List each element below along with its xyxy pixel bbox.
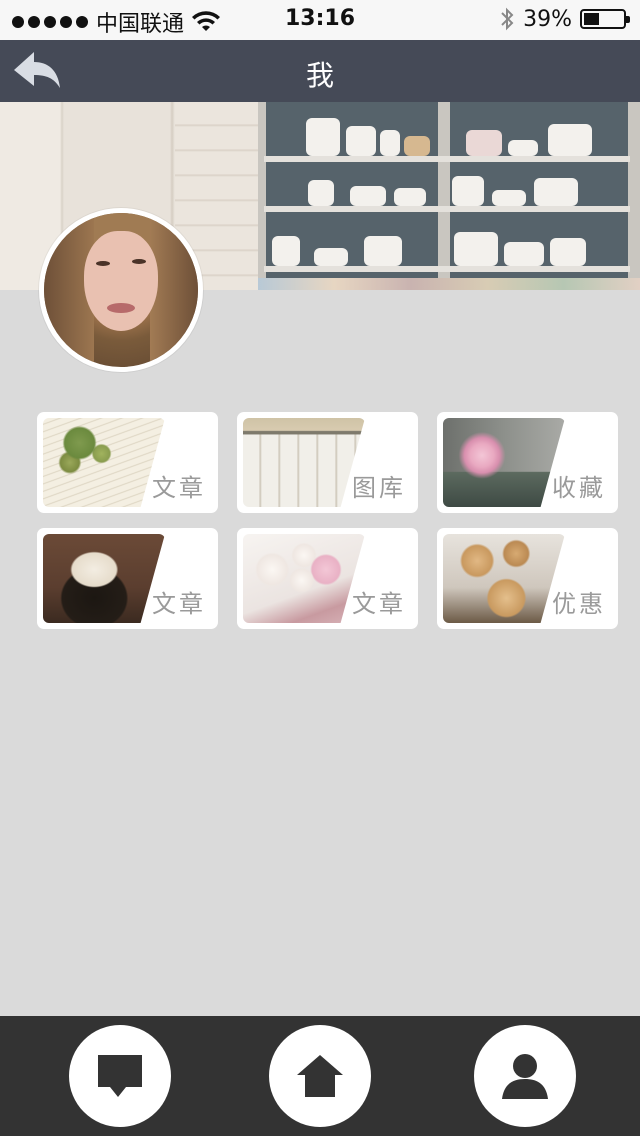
tile-image-dining <box>243 418 365 507</box>
tile-label: 文章 <box>152 590 206 618</box>
tab-bar <box>0 1016 640 1136</box>
tile-image-book <box>43 418 165 507</box>
tile-image-teacup <box>43 534 165 623</box>
tile-label: 优惠 <box>552 590 606 618</box>
tile-articles-2[interactable]: 文章 <box>37 528 218 629</box>
tile-articles-1[interactable]: 文章 <box>37 412 218 513</box>
cover-cabinet <box>258 102 640 290</box>
tile-image-flower <box>443 418 565 507</box>
navigation-bar: 我 <box>0 40 640 102</box>
tile-image-macarons <box>243 534 365 623</box>
tile-label: 图库 <box>352 474 406 502</box>
user-icon <box>502 1054 548 1099</box>
message-icon <box>98 1055 142 1097</box>
battery-percent: 39% <box>523 6 572 32</box>
status-right: 39% <box>499 6 630 32</box>
tab-messages[interactable] <box>69 1025 171 1127</box>
tile-label: 文章 <box>152 474 206 502</box>
tile-gallery[interactable]: 图库 <box>237 412 418 513</box>
tab-home[interactable] <box>269 1025 371 1127</box>
avatar[interactable] <box>39 208 203 372</box>
tile-label: 收藏 <box>552 474 606 502</box>
bluetooth-icon <box>501 7 514 31</box>
tile-discounts[interactable]: 优惠 <box>437 528 618 629</box>
status-bar: 中国联通 13:16 39% <box>0 0 640 40</box>
page-title: 我 <box>305 59 334 92</box>
battery-level <box>584 13 599 25</box>
tab-profile[interactable] <box>474 1025 576 1127</box>
battery-icon <box>580 9 630 29</box>
tile-image-wood-balls <box>443 534 565 623</box>
home-icon <box>297 1055 343 1097</box>
tile-label: 文章 <box>352 590 406 618</box>
tile-favorites[interactable]: 收藏 <box>437 412 618 513</box>
tile-articles-3[interactable]: 文章 <box>237 528 418 629</box>
